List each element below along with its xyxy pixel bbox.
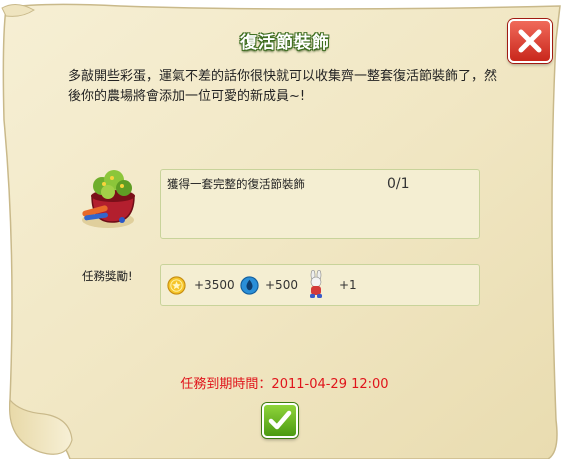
dialog-description: 多敲開些彩蛋，運氣不差的話你很快就可以收集齊一整套復活節裝飾了，然後你的農場將會… bbox=[68, 69, 498, 104]
reward-item: +1 bbox=[339, 278, 357, 292]
close-icon bbox=[518, 29, 542, 53]
deadline-text: 任務到期時間：2011-04-29 12:00 bbox=[180, 377, 389, 392]
close-button[interactable] bbox=[508, 19, 552, 63]
task-label: 獲得一套完整的復活節裝飾 bbox=[167, 177, 305, 191]
quest-dialog: 復活節裝飾 多敲開些彩蛋，運氣不差的話你很快就可以收集齊一整套復活節裝飾了，然後… bbox=[0, 0, 569, 459]
dialog-title: 復活節裝飾 bbox=[240, 33, 330, 53]
task-panel: 獲得一套完整的復活節裝飾 0/1 bbox=[160, 169, 480, 239]
task-progress: 0/1 bbox=[387, 176, 410, 192]
reward-panel: +3500 +500 +1 bbox=[160, 264, 480, 306]
reward-coins: +3500 bbox=[194, 278, 235, 292]
bunny-icon bbox=[310, 270, 322, 298]
easter-egg-basket-icon bbox=[82, 170, 135, 228]
checkmark-icon bbox=[268, 410, 292, 430]
reward-xp: +500 bbox=[265, 278, 298, 292]
confirm-button[interactable] bbox=[262, 403, 298, 438]
xp-drop-icon bbox=[240, 276, 259, 295]
reward-label: 任務獎勵! bbox=[82, 269, 133, 283]
gold-coin-icon bbox=[167, 276, 186, 295]
